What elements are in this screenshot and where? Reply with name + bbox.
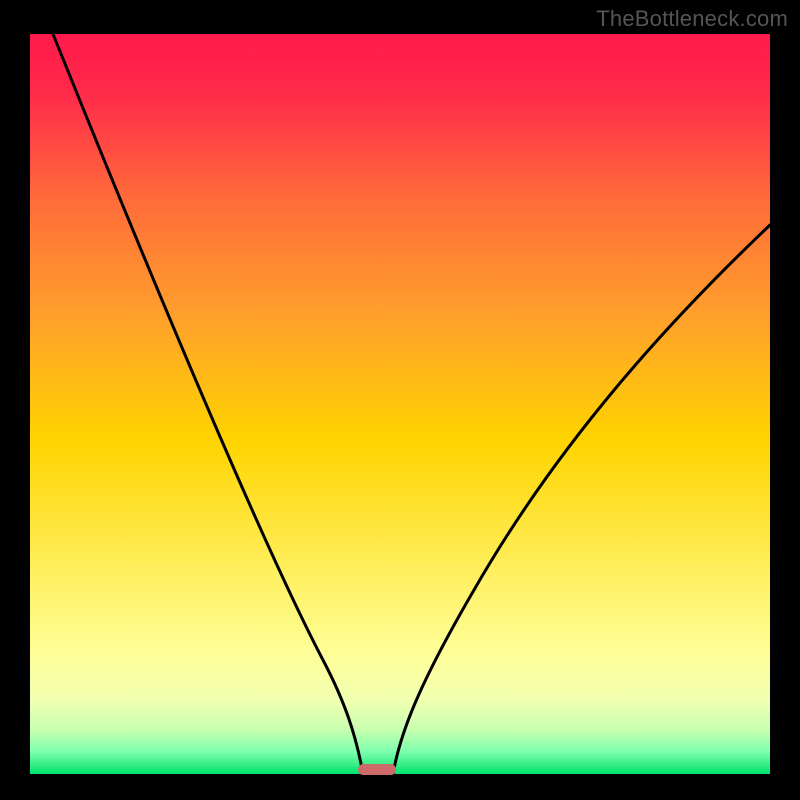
optimal-zone-marker: [358, 764, 396, 775]
chart-container: TheBottleneck.com: [0, 0, 800, 800]
watermark-text: TheBottleneck.com: [596, 6, 788, 32]
bottleneck-chart: [0, 0, 800, 800]
plot-background: [30, 34, 770, 774]
